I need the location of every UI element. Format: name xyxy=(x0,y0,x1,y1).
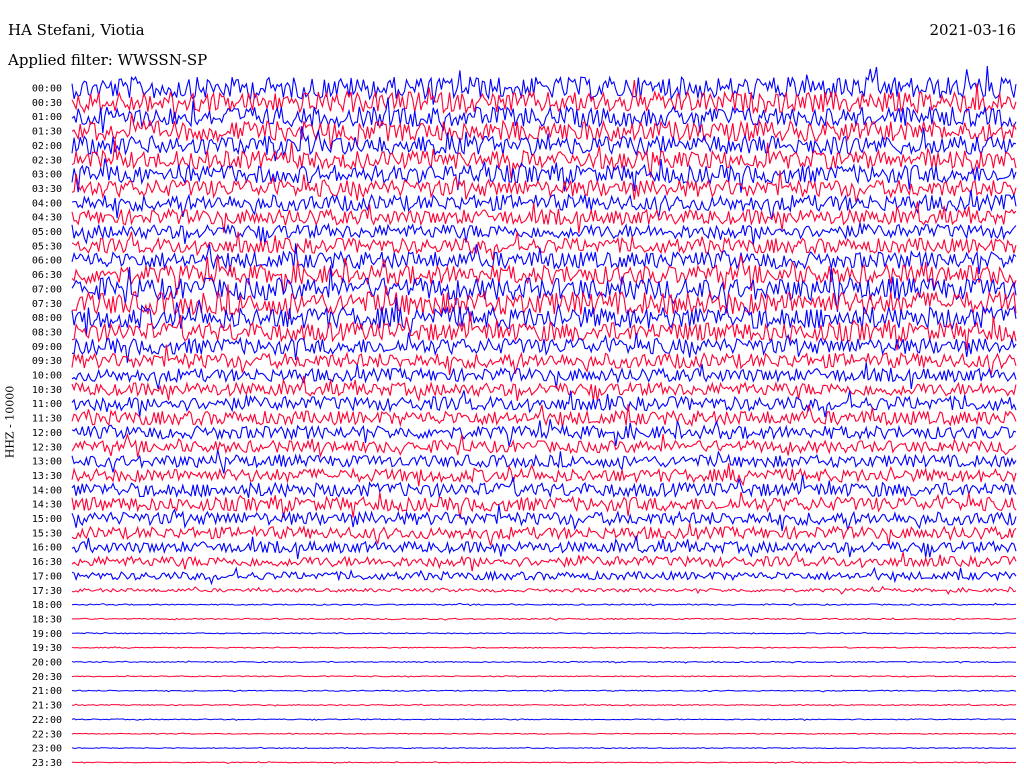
y-tick-label: 15:00 xyxy=(32,514,62,525)
y-tick-label: 08:00 xyxy=(32,313,62,324)
trace-0900 xyxy=(71,332,1017,363)
y-tick-label: 03:00 xyxy=(32,170,62,181)
y-tick-label: 09:30 xyxy=(32,356,62,367)
y-tick-label: 23:30 xyxy=(32,758,62,769)
y-tick-label: 03:30 xyxy=(32,184,62,195)
y-tick-label: 00:00 xyxy=(32,84,62,95)
y-tick-label: 02:30 xyxy=(32,155,62,166)
y-tick-label: 19:00 xyxy=(32,629,62,640)
trace-2130 xyxy=(72,703,1017,707)
y-tick-label: 16:30 xyxy=(32,557,62,568)
y-tick-label: 09:00 xyxy=(32,342,62,353)
trace-0230 xyxy=(71,140,1017,179)
y-tick-label: 22:30 xyxy=(32,729,62,740)
trace-1100 xyxy=(71,390,1017,418)
y-tick-label: 06:30 xyxy=(32,270,62,281)
trace-1830 xyxy=(71,617,1017,621)
y-tick-label: 23:00 xyxy=(32,744,62,755)
y-tick-label: 08:30 xyxy=(32,327,62,338)
y-tick-label: 21:00 xyxy=(32,686,62,697)
y-tick-label: 01:00 xyxy=(32,112,62,123)
trace-1900 xyxy=(71,631,1016,635)
y-tick-label: 02:00 xyxy=(32,141,62,152)
y-tick-label: 19:30 xyxy=(32,643,62,654)
trace-1530 xyxy=(71,523,1017,546)
y-tick-label: 17:00 xyxy=(32,571,62,582)
trace-2300 xyxy=(71,746,1017,750)
y-tick-label: 12:30 xyxy=(32,442,62,453)
trace-1600 xyxy=(71,535,1017,559)
y-tick-label: 13:30 xyxy=(32,471,62,482)
y-tick-label: 16:00 xyxy=(32,543,62,554)
trace-0000 xyxy=(71,65,1017,105)
y-tick-label: 06:00 xyxy=(32,256,62,267)
trace-0030 xyxy=(71,79,1017,119)
y-tick-label: 18:30 xyxy=(32,614,62,625)
trace-0200 xyxy=(71,125,1017,162)
trace-1130 xyxy=(71,404,1017,428)
y-tick-label: 15:30 xyxy=(32,528,62,539)
y-tick-label: 14:00 xyxy=(32,485,62,496)
y-tick-label: 17:30 xyxy=(32,586,62,597)
trace-2330 xyxy=(71,761,1017,764)
y-tick-label: 11:30 xyxy=(32,414,62,425)
y-tick-label: 07:00 xyxy=(32,284,62,295)
trace-2100 xyxy=(71,689,1017,693)
trace-1800 xyxy=(71,602,1017,607)
y-tick-label: 13:00 xyxy=(32,457,62,468)
y-tick-label: 11:00 xyxy=(32,399,62,410)
trace-1730 xyxy=(71,585,1017,595)
y-tick-label: 20:00 xyxy=(32,658,62,669)
y-tick-label: 21:30 xyxy=(32,701,62,712)
y-tick-label: 00:30 xyxy=(32,98,62,109)
trace-2200 xyxy=(71,718,1017,721)
y-tick-label: 05:00 xyxy=(32,227,62,238)
trace-1300 xyxy=(71,449,1017,474)
trace-2030 xyxy=(71,674,1016,678)
y-tick-label: 20:30 xyxy=(32,672,62,683)
y-tick-label: 10:00 xyxy=(32,371,62,382)
trace-0800 xyxy=(71,297,1017,336)
trace-2000 xyxy=(71,660,1017,664)
trace-1700 xyxy=(71,566,1017,586)
trace-1330 xyxy=(71,463,1017,487)
trace-1930 xyxy=(71,646,1017,649)
trace-1230 xyxy=(71,432,1017,459)
y-tick-label: 10:30 xyxy=(32,385,62,396)
y-tick-label: 04:30 xyxy=(32,213,62,224)
y-tick-label: 18:00 xyxy=(32,600,62,611)
seismogram-plot: 00:00 00:30 01:00 01:30 02:00 02:30 03:00 03:30… xyxy=(32,65,1017,769)
y-tick-label: 12:00 xyxy=(32,428,62,439)
trace-2230 xyxy=(71,732,1017,736)
y-tick-label: 14:30 xyxy=(32,500,62,511)
y-tick-label: 05:30 xyxy=(32,241,62,252)
y-tick-label: 01:30 xyxy=(32,127,62,138)
y-tick-label: 04:00 xyxy=(32,198,62,209)
trace-0530 xyxy=(71,231,1017,261)
y-tick-label: 07:30 xyxy=(32,299,62,310)
trace-0500 xyxy=(71,222,1017,245)
trace-1500 xyxy=(71,504,1017,531)
y-tick-label: 22:00 xyxy=(32,715,62,726)
